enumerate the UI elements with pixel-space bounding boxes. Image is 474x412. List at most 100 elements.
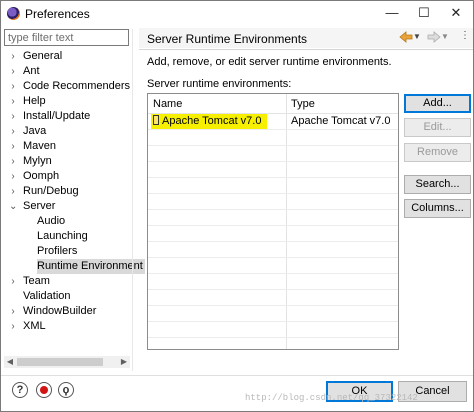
row-gridline xyxy=(148,209,398,210)
tree-item-label: Server xyxy=(23,200,56,212)
close-button[interactable]: ✕ xyxy=(441,2,471,24)
row-gridline xyxy=(148,145,398,146)
tree-item[interactable]: › General xyxy=(4,49,131,64)
row-gridline xyxy=(148,321,398,322)
tree-item-label: General xyxy=(23,50,63,62)
forward-dropdown-icon[interactable]: ▼ xyxy=(441,32,449,42)
tree-item-label: Ant xyxy=(23,65,40,77)
row-gridline xyxy=(148,305,398,306)
runtime-environments-table[interactable]: Name Type Apache Tomcat v7.0 Apache Tomc… xyxy=(147,93,399,350)
row-gridline xyxy=(148,241,398,242)
lightbulb-icon[interactable]: ϙ xyxy=(58,382,74,398)
scroll-left-icon[interactable]: ◀ xyxy=(4,356,16,368)
chevron-right-icon[interactable]: › xyxy=(9,304,17,319)
add-button[interactable]: Add... xyxy=(404,94,471,113)
chevron-down-icon[interactable]: ⌄ xyxy=(9,199,17,214)
tree-item-label: Validation xyxy=(23,290,71,302)
tree-item[interactable]: › Oomph xyxy=(4,169,131,184)
scroll-thumb[interactable] xyxy=(17,358,103,366)
page-title: Server Runtime Environments xyxy=(147,32,308,46)
row-type-cell[interactable]: Apache Tomcat v7.0 xyxy=(291,114,390,129)
eclipse-icon xyxy=(7,7,20,20)
row-gridline xyxy=(148,289,398,290)
tree-item[interactable]: › Maven xyxy=(4,139,131,154)
tree-item[interactable]: Launching xyxy=(4,229,131,244)
tree-item-label: Run/Debug xyxy=(23,185,79,197)
tree-item[interactable]: › Ant xyxy=(4,64,131,79)
row-name-text: Apache Tomcat v7.0 xyxy=(162,115,262,127)
tree-item[interactable]: Profilers xyxy=(4,244,131,259)
chevron-right-icon[interactable]: › xyxy=(9,49,17,64)
row-gridline xyxy=(148,225,398,226)
tree-item[interactable]: › Java xyxy=(4,124,131,139)
scroll-right-icon[interactable]: ▶ xyxy=(118,356,130,368)
chevron-right-icon[interactable]: › xyxy=(9,274,17,289)
tree-item[interactable]: Audio xyxy=(4,214,131,229)
row-name-cell[interactable]: Apache Tomcat v7.0 xyxy=(151,114,268,129)
tree-horizontal-scrollbar[interactable]: ◀ ▶ xyxy=(4,356,130,368)
minimize-button[interactable]: — xyxy=(377,2,407,24)
header-divider xyxy=(139,49,473,50)
chevron-right-icon[interactable]: › xyxy=(9,124,17,139)
chevron-right-icon[interactable]: › xyxy=(9,94,17,109)
tree-item[interactable]: Validation xyxy=(4,289,131,304)
tree-item-label: Help xyxy=(23,95,46,107)
columns-button[interactable]: Columns... xyxy=(404,199,471,218)
tree-item-label: Mylyn xyxy=(23,155,52,167)
tree-item-label: Code Recommenders xyxy=(23,80,130,92)
tree-item[interactable]: › Run/Debug xyxy=(4,184,131,199)
tree-item-label: Launching xyxy=(37,230,88,242)
chevron-right-icon[interactable]: › xyxy=(9,79,17,94)
row-gridline xyxy=(148,257,398,258)
tree-item-label: Java xyxy=(23,125,47,137)
filter-input[interactable] xyxy=(4,29,129,46)
column-divider[interactable] xyxy=(286,94,287,349)
tree-item[interactable]: › Mylyn xyxy=(4,154,131,169)
help-icon[interactable]: ? xyxy=(12,382,28,398)
tree-item-label: Maven xyxy=(23,140,57,152)
tree-item[interactable]: Runtime Environment xyxy=(4,259,145,274)
maximize-button[interactable]: ☐ xyxy=(409,2,439,24)
chevron-right-icon[interactable]: › xyxy=(9,169,17,184)
chevron-right-icon[interactable]: › xyxy=(9,154,17,169)
column-header-name[interactable]: Name xyxy=(153,96,182,112)
splitter-sash[interactable] xyxy=(132,29,133,371)
tree-item[interactable]: › Code Recommenders xyxy=(4,79,131,94)
tree-item-label: Team xyxy=(23,275,50,287)
tree-item-label: Runtime Environment xyxy=(37,259,145,274)
preferences-window: Preferences — ☐ ✕ › General › Ant › Code Reco… xyxy=(0,0,474,412)
forward-arrow-icon[interactable] xyxy=(427,30,441,44)
tree-item[interactable]: › Help xyxy=(4,94,131,109)
chevron-right-icon[interactable]: › xyxy=(9,319,17,334)
page-description: Add, remove, or edit server runtime envi… xyxy=(147,56,392,68)
edit-button[interactable]: Edit... xyxy=(404,118,471,137)
chevron-right-icon[interactable]: › xyxy=(9,109,17,124)
view-menu-icon[interactable]: ⋮ xyxy=(459,30,471,44)
remove-button[interactable]: Remove xyxy=(404,143,471,162)
record-macro-icon[interactable] xyxy=(36,382,52,398)
server-runtime-icon xyxy=(153,115,159,125)
watermark: http://blog.csdn.net/qq_37322142 xyxy=(245,393,418,403)
table-row[interactable]: Apache Tomcat v7.0 Apache Tomcat v7.0 xyxy=(148,114,398,129)
row-gridline xyxy=(148,161,398,162)
row-gridline xyxy=(148,193,398,194)
tree-item[interactable]: ⌄ Server xyxy=(4,199,131,214)
tree-item[interactable]: › Team xyxy=(4,274,131,289)
tree-item[interactable]: › Install/Update xyxy=(4,109,131,124)
chevron-right-icon[interactable]: › xyxy=(9,64,17,79)
title-bar[interactable]: Preferences — ☐ ✕ xyxy=(1,1,473,26)
tree-item-label: XML xyxy=(23,320,46,332)
row-gridline xyxy=(148,129,398,130)
back-arrow-icon[interactable] xyxy=(399,30,413,44)
chevron-right-icon[interactable]: › xyxy=(9,184,17,199)
table-caption: Server runtime environments: xyxy=(147,78,292,90)
tree-item[interactable]: › XML xyxy=(4,319,131,334)
search-button[interactable]: Search... xyxy=(404,175,471,194)
row-gridline xyxy=(148,177,398,178)
column-header-type[interactable]: Type xyxy=(291,96,315,112)
tree-item-label: Profilers xyxy=(37,245,78,257)
back-dropdown-icon[interactable]: ▼ xyxy=(413,32,421,42)
tree-item-label: Oomph xyxy=(23,170,60,182)
tree-item[interactable]: › WindowBuilder xyxy=(4,304,131,319)
chevron-right-icon[interactable]: › xyxy=(9,139,17,154)
